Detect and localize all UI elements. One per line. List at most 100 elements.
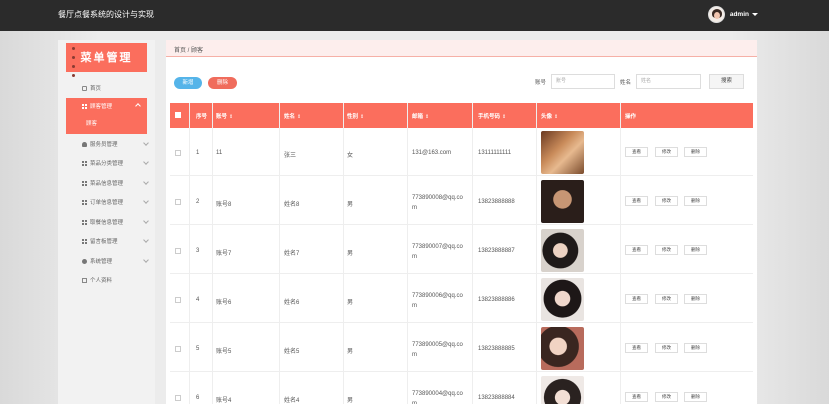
delete-row-button[interactable]: 删除	[684, 196, 707, 206]
cell-email: 773890006@qq.co m	[412, 293, 463, 309]
sidebar-item-pickup-info[interactable]: 取餐信息管理	[82, 216, 149, 228]
row-checkbox[interactable]	[175, 395, 181, 401]
avatar-photo	[541, 229, 584, 272]
sidebar-subitem-customer[interactable]: 顾客	[86, 119, 97, 127]
cell-email: 773890004@qq.co m	[412, 391, 463, 404]
top-bar: 餐厅点餐系统的设计与实现 admin	[0, 0, 829, 31]
edit-button[interactable]: 修改	[655, 294, 678, 304]
delete-row-button[interactable]: 删除	[684, 392, 707, 402]
sort-icon[interactable]: ⇕	[502, 114, 506, 120]
avatar-photo	[541, 376, 584, 404]
avatar-photo	[541, 278, 584, 321]
edit-button[interactable]: 修改	[655, 147, 678, 157]
cell-phone: 13823888887	[478, 248, 515, 254]
header-name[interactable]: 姓名 ⇕	[284, 112, 301, 120]
header-actions: 操作	[625, 114, 637, 120]
sidebar-logo: 菜单管理	[66, 43, 147, 77]
sidebar: 菜单管理 首页 顾客管理 顾客 服务员管理 菜品分类管理 菜品信息管理 订单信息…	[58, 40, 155, 404]
sidebar-item-system[interactable]: 系统管理	[82, 255, 149, 267]
sort-icon[interactable]: ⇕	[360, 114, 364, 120]
sidebar-item-waiter-management[interactable]: 服务员管理	[82, 138, 149, 150]
view-button[interactable]: 查看	[625, 147, 648, 157]
view-button[interactable]: 查看	[625, 392, 648, 402]
cell-index: 2	[196, 199, 200, 205]
view-button[interactable]: 查看	[625, 196, 648, 206]
avatar[interactable]	[707, 6, 725, 23]
grid-icon	[82, 219, 87, 225]
cell-name: 姓名8	[284, 202, 300, 208]
chevron-down-icon	[143, 140, 149, 146]
sidebar-item-label: 取餐信息管理	[90, 220, 124, 226]
name-search-input[interactable]: 姓名	[636, 74, 701, 89]
header-account[interactable]: 账号 ⇕	[216, 112, 233, 120]
delete-row-button[interactable]: 删除	[684, 147, 707, 157]
gear-icon	[82, 258, 87, 264]
sidebar-item-dish-info[interactable]: 菜品信息管理	[82, 177, 149, 189]
cell-name: 姓名4	[284, 398, 300, 404]
header-email[interactable]: 邮箱 ⇕	[412, 112, 429, 120]
sidebar-item-customer-management[interactable]: 顾客管理 顾客	[66, 98, 147, 134]
cell-index: 1	[196, 150, 200, 156]
view-button[interactable]: 查看	[625, 294, 648, 304]
add-button[interactable]: 新增	[174, 77, 202, 89]
sort-icon[interactable]: ⇕	[554, 114, 558, 120]
cell-phone: 13823888885	[478, 346, 515, 352]
header-phone[interactable]: 手机号码 ⇕	[478, 112, 506, 120]
delete-row-button[interactable]: 删除	[684, 294, 707, 304]
sidebar-item-label: 服务员管理	[90, 142, 118, 148]
delete-row-button[interactable]: 删除	[684, 343, 707, 353]
cell-name: 姓名5	[284, 349, 300, 355]
row-checkbox[interactable]	[175, 297, 181, 303]
delete-button[interactable]: 删除	[208, 77, 237, 89]
view-button[interactable]: 查看	[625, 343, 648, 353]
sidebar-item-profile[interactable]: 个人资料	[82, 274, 148, 286]
cell-account: 11	[216, 150, 223, 156]
header-gender[interactable]: 性别 ⇕	[347, 112, 364, 120]
table-row: 6 账号4 姓名4 男 773890004@qq.co m 13823888884…	[170, 373, 753, 404]
chevron-down-icon[interactable]	[752, 13, 758, 16]
table-row: 5 账号5 姓名5 男 773890005@qq.co m 13823888885…	[170, 324, 753, 372]
sidebar-item-message-board[interactable]: 留言板管理	[82, 235, 149, 247]
sidebar-item-order-info[interactable]: 订单信息管理	[82, 196, 149, 208]
sidebar-item-label: 系统管理	[90, 259, 113, 265]
home-icon	[82, 85, 87, 91]
search-button[interactable]: 搜索	[709, 74, 744, 89]
chevron-down-icon	[143, 218, 149, 224]
account-label: 账号	[535, 80, 547, 86]
sort-icon[interactable]: ⇕	[297, 114, 301, 120]
cell-gender: 男	[347, 300, 354, 306]
edit-button[interactable]: 修改	[655, 343, 678, 353]
edit-button[interactable]: 修改	[655, 196, 678, 206]
row-checkbox[interactable]	[175, 150, 181, 156]
sidebar-item-dish-category[interactable]: 菜品分类管理	[82, 157, 149, 169]
cell-index: 4	[196, 297, 200, 303]
cell-index: 5	[196, 346, 200, 352]
cell-phone: 13823888888	[478, 199, 515, 205]
edit-button[interactable]: 修改	[655, 245, 678, 255]
user-menu[interactable]: admin	[707, 6, 758, 23]
sidebar-item-header[interactable]: 顾客管理	[82, 102, 142, 110]
delete-row-button[interactable]: 删除	[684, 245, 707, 255]
header-avatar[interactable]: 头像 ⇕	[541, 112, 558, 120]
view-button[interactable]: 查看	[625, 245, 648, 255]
row-checkbox[interactable]	[175, 346, 181, 352]
table-row: 1 11 张三 女 131@163.com 13111111111 查看 修改 …	[170, 128, 753, 176]
cell-account: 账号5	[216, 349, 232, 355]
grid-icon	[82, 238, 87, 244]
row-checkbox[interactable]	[175, 199, 181, 205]
account-search-input[interactable]: 账号	[551, 74, 615, 89]
cell-index: 3	[196, 248, 200, 254]
sort-icon[interactable]: ⇕	[425, 114, 429, 120]
username[interactable]: admin	[730, 11, 749, 18]
card-icon	[82, 277, 87, 283]
cell-email: 773890005@qq.co m	[412, 342, 463, 358]
cell-gender: 女	[347, 153, 354, 159]
sort-icon[interactable]: ⇕	[229, 114, 233, 120]
edit-button[interactable]: 修改	[655, 392, 678, 402]
row-checkbox[interactable]	[175, 248, 181, 254]
select-all-checkbox[interactable]	[175, 112, 181, 118]
chevron-down-icon	[143, 198, 149, 204]
cell-account: 账号6	[216, 300, 232, 306]
sidebar-item-home[interactable]: 首页	[82, 82, 148, 94]
cell-name: 姓名7	[284, 251, 300, 257]
